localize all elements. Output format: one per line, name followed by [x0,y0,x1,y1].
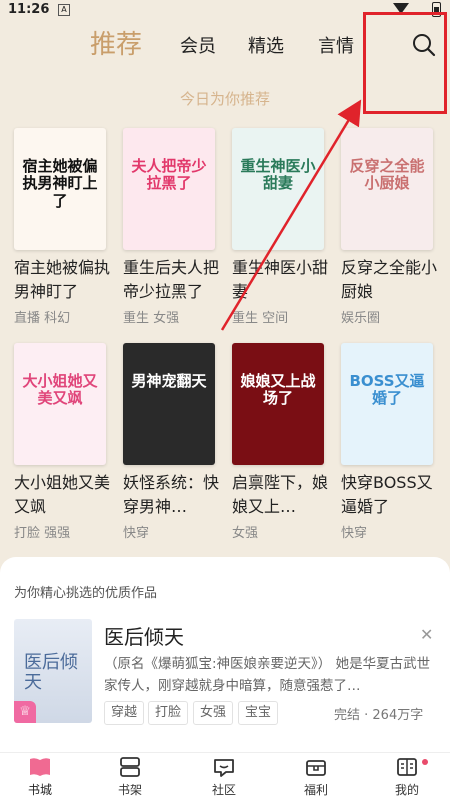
book-tags: 重生 空间 [232,311,289,326]
book-item[interactable]: BOSS又逼婚了快穿BOSS又逼婚了快穿 [341,343,437,541]
bookstore-icon [30,758,50,776]
nav-label: 书城 [27,783,52,797]
book-title[interactable]: 快穿BOSS又逼婚了 [341,471,437,519]
book-cover-text: BOSS又逼婚了 [349,372,425,408]
tab-vip[interactable]: 会员 [180,32,216,58]
book-title[interactable]: 重生后夫人把帝少拉黑了 [123,256,219,304]
tab-romance[interactable]: 言情 [318,32,354,58]
book-cover[interactable]: 大小姐她又美又飒 [14,343,106,465]
nav-label: 福利 [303,783,328,797]
annotation-highlight-box [363,12,447,114]
tag-chip[interactable]: 打脸 [148,701,189,725]
book-tags: 女强 [232,526,259,541]
book-item[interactable]: 宿主她被偏执男神盯上了宿主她被偏执男神盯了直播 科幻 [14,128,110,326]
book-cover[interactable]: 宿主她被偏执男神盯上了 [14,128,106,250]
nav-label: 社区 [211,783,236,797]
nav-bookstore[interactable]: 书城 [5,756,75,798]
nav-welfare[interactable]: 福利 [281,756,351,798]
book-cover[interactable]: 男神宠翻天 [123,343,215,465]
notification-dot [422,759,428,765]
featured-title[interactable]: 医后倾天 [104,621,184,650]
crown-icon: ♕ [14,701,36,723]
book-cover[interactable]: 重生神医小甜妻 [232,128,324,250]
nav-label: 书架 [117,783,142,797]
sim-icon: A [58,4,70,16]
tab-featured[interactable]: 精选 [248,32,284,58]
featured-header: 为你精心挑选的优质作品 [14,586,158,601]
tag-chip[interactable]: 女强 [193,701,234,725]
featured-cover-text: 医后倾天 [24,652,78,693]
book-item[interactable]: 反穿之全能小厨娘 反穿之全能小厨娘 娱乐圈 [341,128,437,326]
book-title[interactable]: 反穿之全能小厨娘 [341,256,437,304]
tab-recommend[interactable]: 推荐 [90,24,142,61]
book-tags: 娱乐圈 [341,311,381,326]
book-cover[interactable]: 夫人把帝少拉黑了 [123,128,215,250]
featured-cover[interactable]: 医后倾天 ♕ [14,619,92,723]
status-time: 11:26 [8,2,50,17]
book-item[interactable]: 大小姐她又美又飒 大小姐她又美又飒 打脸 强强 [14,343,110,541]
book-tags: 重生 女强 [123,311,180,326]
book-item[interactable]: 男神宠翻天妖怪系统：快穿男神… 快穿 [123,343,219,541]
tag-chip[interactable]: 宝宝 [238,701,279,725]
book-cover-text: 娘娘又上战场了 [240,372,316,408]
book-tags: 打脸 强强 [14,526,71,541]
book-title[interactable]: 重生神医小甜妻 [232,256,328,304]
featured-meta: 完结 · 264万字 [334,708,424,723]
book-cover[interactable]: 娘娘又上战场了 [232,343,324,465]
book-tags: 快穿 [341,526,368,541]
book-cover-text: 宿主她被偏执男神盯上了 [22,157,98,210]
book-cover[interactable]: 反穿之全能小厨娘 [341,128,433,250]
bottom-nav: 书城 书架 社区 福利 我的 [0,752,450,800]
nav-bookshelf[interactable]: 书架 [95,756,165,798]
community-icon [214,759,234,777]
welfare-icon [306,760,326,776]
book-title[interactable]: 启禀陛下，娘娘又上… [232,471,328,519]
book-cover-text: 反穿之全能小厨娘 [349,157,425,193]
featured-description: （原名《爆萌狐宝:神医娘亲要逆天》） 她是华夏古武世家传人，刚穿越就身中暗算，随… [104,656,431,694]
book-tags: 快穿 [123,526,150,541]
book-item[interactable]: 重生神医小甜妻 重生神医小甜妻 重生 空间 [232,128,328,326]
tag-chip[interactable]: 穿越 [104,701,145,725]
book-tags: 直播 科幻 [14,311,71,326]
nav-community[interactable]: 社区 [189,756,259,798]
book-cover-text: 夫人把帝少拉黑了 [131,157,207,193]
book-title[interactable]: 大小姐她又美又飒 [14,471,110,519]
bookshelf-icon [120,757,140,777]
book-cover-text: 重生神医小甜妻 [240,157,316,193]
featured-card[interactable]: 为你精心挑选的优质作品 医后倾天 ♕ 医后倾天 ✕ （原名《爆萌狐宝:神医娘亲要… [0,557,450,752]
nav-profile[interactable]: 我的 [372,756,442,798]
profile-icon [397,758,417,776]
book-cover-text: 大小姐她又美又飒 [22,372,98,408]
close-icon[interactable]: ✕ [420,625,433,644]
book-item[interactable]: 夫人把帝少拉黑了重生后夫人把帝少拉黑了重生 女强 [123,128,219,326]
book-title[interactable]: 妖怪系统：快穿男神… [123,471,219,519]
book-title[interactable]: 宿主她被偏执男神盯了 [14,256,110,304]
book-cover[interactable]: BOSS又逼婚了 [341,343,433,465]
book-item[interactable]: 娘娘又上战场了启禀陛下，娘娘又上… 女强 [232,343,328,541]
book-cover-text: 男神宠翻天 [131,372,207,390]
nav-label: 我的 [394,783,419,797]
